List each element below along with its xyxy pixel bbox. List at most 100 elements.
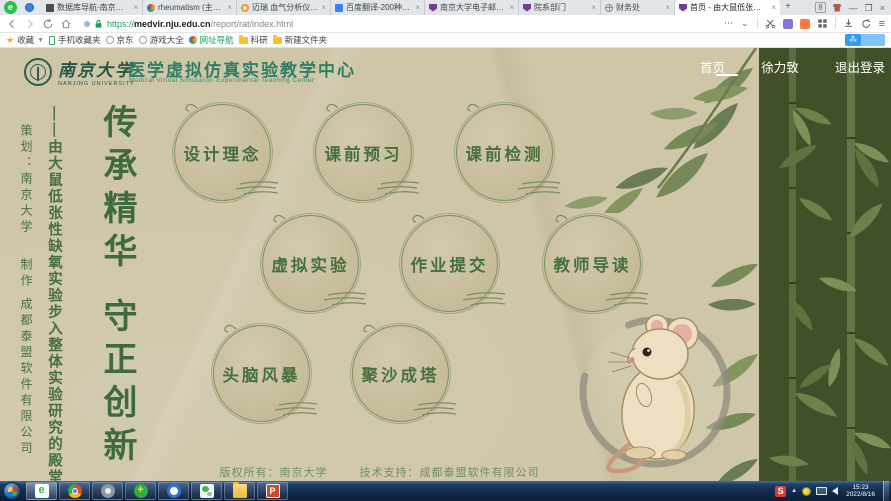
module-preclass-test[interactable]: 课前检测 bbox=[456, 104, 553, 201]
sogou-input-icon[interactable]: S bbox=[775, 486, 786, 497]
nav-logout[interactable]: 退出登录 bbox=[835, 57, 885, 76]
taskbar-green-app[interactable] bbox=[125, 482, 156, 500]
game-extension-icon[interactable] bbox=[800, 19, 810, 29]
bamboo-illustration bbox=[759, 48, 891, 481]
screenshot-scissors-icon[interactable] bbox=[765, 18, 776, 29]
tab-baidu-translate[interactable]: 百度翻译-200种语言互… × bbox=[331, 0, 425, 15]
bookmark-phone-favorites[interactable]: 手机收藏夹 bbox=[49, 34, 101, 46]
tab-close-icon[interactable]: × bbox=[321, 3, 326, 12]
clock[interactable]: 15:23 2022/8/16 bbox=[843, 484, 878, 498]
pinned-circle-icon[interactable] bbox=[25, 3, 34, 12]
tab-finance-office[interactable]: 财务处 × bbox=[601, 0, 675, 15]
database-favicon bbox=[46, 4, 54, 12]
tab-close-icon[interactable]: × bbox=[227, 3, 232, 12]
apps-grid-icon[interactable] bbox=[817, 18, 828, 29]
module-teacher-guide[interactable]: 教师导读 bbox=[544, 215, 641, 312]
camera-app-icon bbox=[101, 484, 115, 498]
swirl-decoration bbox=[518, 180, 562, 196]
bookmark-favorites[interactable]: ★ 收藏 ▼ bbox=[6, 34, 44, 46]
volume-icon[interactable] bbox=[832, 487, 838, 495]
show-desktop-button[interactable] bbox=[883, 481, 889, 501]
taskbar-gray-app[interactable] bbox=[92, 482, 123, 500]
tab-close-icon[interactable]: × bbox=[771, 3, 776, 12]
taskbar-blue-app[interactable] bbox=[158, 482, 189, 500]
bookmark-jd[interactable]: 京东 bbox=[106, 34, 134, 46]
curl-decoration bbox=[222, 322, 238, 338]
reload-button[interactable] bbox=[42, 18, 54, 30]
module-brainstorm[interactable]: 头脑风暴 bbox=[213, 325, 310, 422]
minimize-button[interactable]: — bbox=[849, 1, 858, 15]
bamboo-panel bbox=[759, 48, 891, 481]
tab-nju-email[interactable]: 南京大学电子邮件系统 × bbox=[425, 0, 519, 15]
chevron-down-icon[interactable]: ⌄ bbox=[741, 18, 750, 29]
taskbar-wechat[interactable] bbox=[191, 482, 222, 500]
module-sand-to-tower[interactable]: 聚沙成塔 bbox=[352, 325, 449, 422]
taskbar-chrome[interactable] bbox=[59, 482, 90, 500]
tab-close-icon[interactable]: × bbox=[133, 3, 138, 12]
divider bbox=[835, 18, 836, 29]
close-button[interactable]: × bbox=[880, 1, 885, 15]
chrome-icon bbox=[68, 484, 82, 498]
tab-rheumatism[interactable]: rheumatism (主题) AND… × bbox=[143, 0, 237, 15]
bookmark-folder-research[interactable]: 科研 bbox=[239, 34, 268, 46]
menu-icon[interactable]: ≡ bbox=[879, 18, 885, 30]
maximize-button[interactable]: ❐ bbox=[865, 1, 873, 15]
forward-button[interactable] bbox=[24, 18, 36, 30]
tab-departments[interactable]: 院系部门 × bbox=[519, 0, 601, 15]
tab-rat-homepage-active[interactable]: 首页 - 由大鼠低张性缺… × bbox=[675, 0, 780, 15]
badge-count[interactable]: 8 bbox=[815, 2, 825, 13]
download-icon[interactable] bbox=[843, 18, 854, 29]
curl-decoration bbox=[465, 101, 481, 117]
home-button[interactable] bbox=[60, 18, 72, 30]
powerpoint-icon bbox=[266, 484, 280, 498]
curl-decoration bbox=[361, 322, 377, 338]
center-subtitle: Medical Virtual Simulation Experimental … bbox=[129, 77, 314, 84]
nav-home-underline bbox=[716, 74, 738, 76]
more-icon[interactable]: ⋯ bbox=[724, 18, 734, 29]
history-undo-icon[interactable] bbox=[861, 18, 872, 29]
clock-time: 15:23 bbox=[846, 484, 875, 491]
university-logo: 南京大学 NANJING UNIVERSITY bbox=[24, 56, 135, 87]
bookmark-games[interactable]: 游戏大全 bbox=[139, 34, 184, 46]
nav-username[interactable]: 徐力致 bbox=[761, 57, 799, 76]
rat-illustration bbox=[570, 300, 740, 481]
browser-window: e 数据库导航-南京大学图… × rheumatism (主题) AND… × … bbox=[0, 0, 891, 501]
taskbar-360browser[interactable]: e bbox=[26, 482, 57, 500]
taskbar-explorer[interactable] bbox=[224, 482, 255, 500]
shield-favicon bbox=[679, 4, 687, 12]
tray-status-icon[interactable] bbox=[802, 487, 811, 496]
new-tab-button[interactable]: + bbox=[780, 0, 796, 15]
network-icon[interactable] bbox=[816, 487, 827, 495]
tab-database-nav[interactable]: 数据库导航-南京大学图… × bbox=[42, 0, 143, 15]
tab-close-icon[interactable]: × bbox=[509, 3, 514, 12]
swirl-decoration bbox=[275, 401, 319, 417]
university-name-cn: 南京大学 bbox=[58, 56, 135, 81]
tray-expand-icon[interactable]: ▲ bbox=[791, 488, 797, 494]
slogan-subtitle: ——由大鼠低张性缺氧实验步入整体实验研究的殿堂 bbox=[44, 106, 65, 481]
taskbar-powerpoint[interactable] bbox=[257, 482, 288, 500]
back-button[interactable] bbox=[6, 18, 18, 30]
bookmark-folder-new[interactable]: 新建文件夹 bbox=[273, 34, 328, 46]
bookmark-site-nav[interactable]: 网址导航 bbox=[189, 34, 234, 46]
tab-close-icon[interactable]: × bbox=[665, 3, 670, 12]
browser-logo-icon[interactable]: e bbox=[4, 1, 17, 14]
skin-icon[interactable] bbox=[833, 4, 842, 12]
share-badge-label[interactable] bbox=[861, 34, 885, 46]
tab-close-icon[interactable]: × bbox=[415, 3, 420, 12]
url-field[interactable]: https://medvir.nju.edu.cn/report/rat/ind… bbox=[78, 19, 718, 29]
module-virtual-experiment[interactable]: 虚拟实验 bbox=[262, 215, 359, 312]
tab-close-icon[interactable]: × bbox=[591, 3, 596, 12]
module-preclass-preview[interactable]: 课前预习 bbox=[315, 104, 412, 201]
module-homework-submit[interactable]: 作业提交 bbox=[401, 215, 498, 312]
start-button[interactable] bbox=[3, 482, 21, 500]
module-design-concept[interactable]: 设计理念 bbox=[174, 104, 271, 201]
blue-ring-app-icon bbox=[167, 484, 181, 498]
credits-vertical: 策划：南京大学制作 成都泰盟软件有限公司 bbox=[18, 124, 35, 481]
bookmarks-bar: ★ 收藏 ▼ 手机收藏夹 京东 游戏大全 网址导航 科研 新建文件夹 bbox=[0, 33, 891, 48]
dictionary-extension-icon[interactable] bbox=[783, 19, 793, 29]
share-badge-icon[interactable]: ⁂ bbox=[845, 34, 861, 46]
tab-blood-gas[interactable]: 迈瑞 血气分析仪_360搜… × bbox=[237, 0, 331, 15]
rainbow-favicon bbox=[147, 4, 155, 12]
site-icon bbox=[84, 21, 90, 27]
bookmarks-bar-right: ⁂ bbox=[845, 34, 885, 46]
